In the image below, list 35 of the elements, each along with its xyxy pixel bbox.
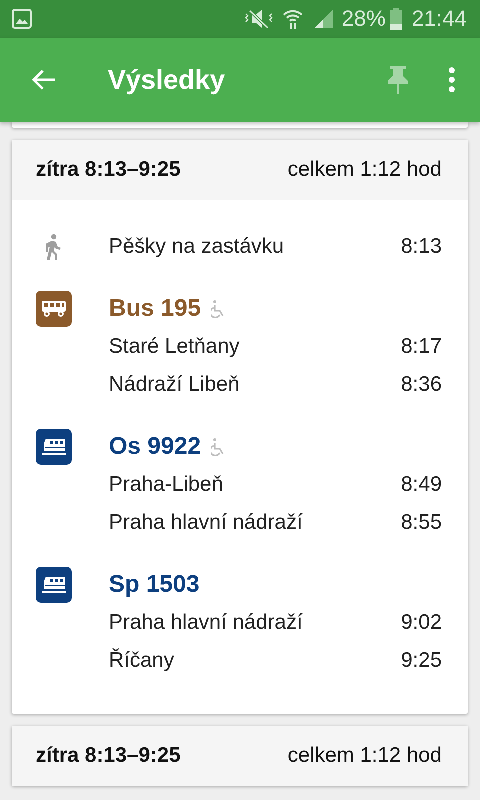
stop-time: 8:36 [401,373,442,397]
stop-time: 8:49 [401,473,442,497]
mute-icon [244,8,274,30]
stop-name: Nádraží Libeň [109,373,241,397]
clock: 21:44 [412,6,467,32]
stop-name: Praha hlavní nádraží [109,511,304,535]
departure-time-range: zítra 8:13–9:25 [36,158,181,182]
pin-icon [386,65,410,95]
signal-icon [314,9,334,29]
line-name: Os 9922 [109,433,202,461]
walk-time: 8:13 [401,235,442,259]
stop-time: 9:02 [401,611,442,635]
more-icon [448,67,456,93]
back-arrow-icon [31,68,57,92]
stop-time: 9:25 [401,649,442,673]
stop-name: Staré Letňany [109,335,241,359]
walking-person-icon [44,234,62,260]
connection-card[interactable]: zítra 8:13–9:25 celkem 1:12 hod [12,726,468,786]
walk-instruction: Pěšky na zastávku [109,235,286,259]
line-name: Sp 1503 [109,571,200,599]
total-duration: celkem 1:12 hod [288,158,442,182]
stop-name: Praha hlavní nádraží [109,611,304,635]
stop-time: 8:55 [401,511,442,535]
screen-title: Výsledky [108,64,226,96]
stop-name: Praha-Libeň [109,473,224,497]
battery-percentage: 28% [342,6,386,32]
image-icon [12,9,32,29]
wifi-icon [282,8,304,30]
total-duration: celkem 1:12 hod [288,744,442,768]
departure-time-range: zítra 8:13–9:25 [36,744,181,768]
stop-time: 8:17 [401,335,442,359]
line-name: Bus 195 [109,295,202,323]
connection-card[interactable]: zítra 8:13–9:25 celkem 1:12 hod Pěšky na zastávku 8:13 Bus 195 Staré Letňany 8:17 Nádraží Libeň 8:36 Os 9922 Praha-Libeň 8:49 Praha hlavní nádraží 8:55 Sp 1503 Praha hlavní nádraží 9:02 Říčany 9:25 [12,140,468,714]
battery-icon [390,8,402,30]
stop-name: Říčany [109,649,176,673]
